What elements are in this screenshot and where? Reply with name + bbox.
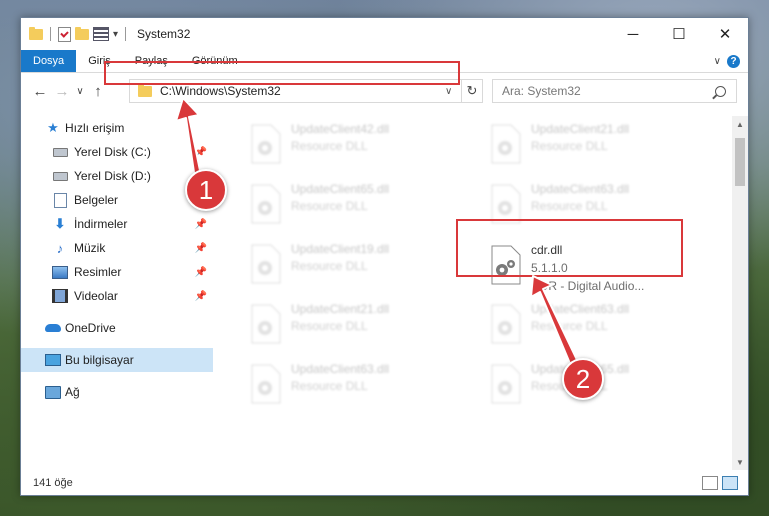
callout-arrows xyxy=(175,97,579,367)
arrow-2 xyxy=(530,275,579,367)
callout-badge-1: 1 xyxy=(185,169,227,211)
callout-badge-2: 2 xyxy=(562,358,604,400)
